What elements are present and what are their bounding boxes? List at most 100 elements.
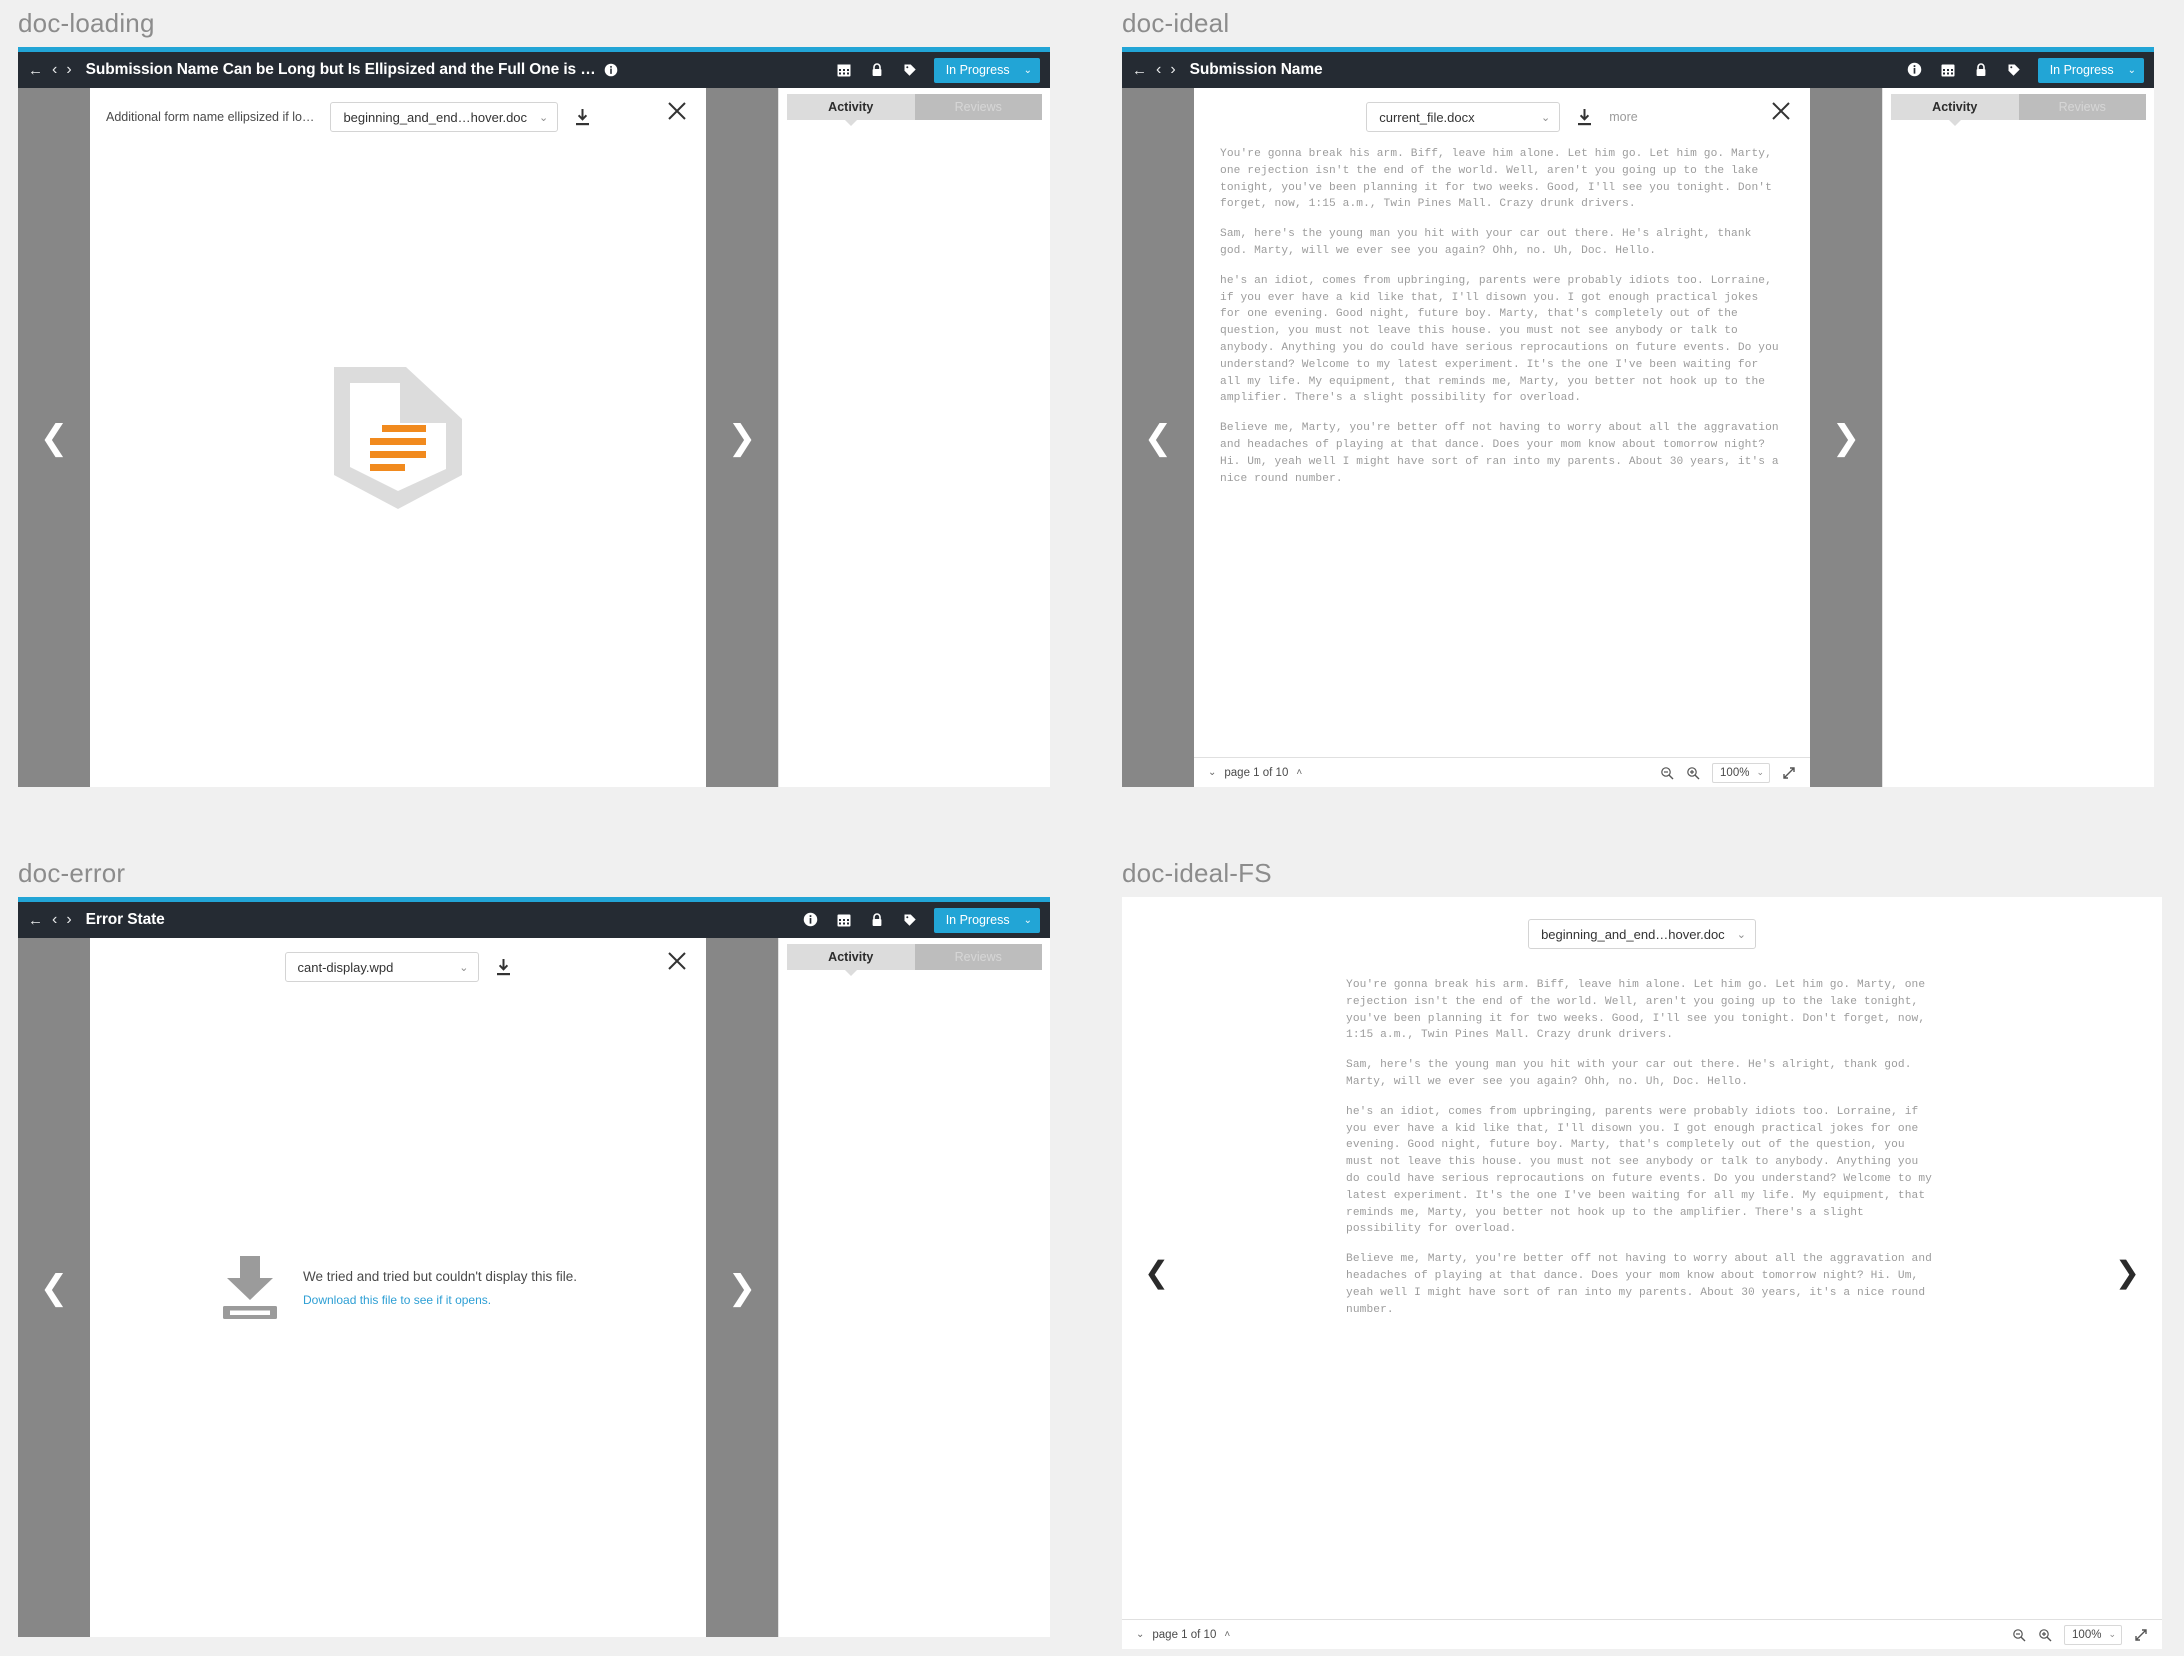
zoom-in-icon[interactable] xyxy=(2038,1628,2052,1642)
panel-label-doc-ideal: doc-ideal xyxy=(1122,8,1230,38)
prev-document-arrow[interactable]: ❮ xyxy=(1122,88,1194,787)
file-select-value: current_file.docx xyxy=(1379,109,1475,125)
file-select-dropdown[interactable]: current_file.docx ⌄ xyxy=(1366,102,1561,132)
tab-activity[interactable]: Activity xyxy=(1891,94,2019,126)
info-icon[interactable] xyxy=(803,912,819,928)
status-dropdown-button[interactable]: In Progress ⌄ xyxy=(933,57,1040,83)
calendar-icon[interactable] xyxy=(836,62,852,78)
expand-icon[interactable] xyxy=(2134,1628,2148,1642)
fullscreen-body: beginning_and_end…hover.doc ⌄ You're gon… xyxy=(1122,897,2162,1649)
lock-icon[interactable] xyxy=(1973,62,1989,78)
prev-document-arrow[interactable]: ❮ xyxy=(18,938,90,1637)
tab-reviews[interactable]: Reviews xyxy=(2018,94,2146,120)
header-nav-icons: ← ‹ › xyxy=(1132,62,1176,78)
panel-doc-ideal: doc-ideal ← ‹ › Submission Name In Progr… xyxy=(1122,8,2154,787)
document-page: current_file.docx ⌄ more You're gonna br… xyxy=(1194,88,1810,787)
document-viewer: ❮ current_file.docx ⌄ more You're gonna … xyxy=(1122,88,1882,787)
calendar-icon[interactable] xyxy=(1940,62,1956,78)
screenshot-canvas: doc-loading ← ‹ › Submission Name Can be… xyxy=(0,0,2184,1656)
app-window-loading: ← ‹ › Submission Name Can be Long but Is… xyxy=(18,47,1050,787)
next-document-arrow[interactable]: ❯ xyxy=(2115,1256,2140,1291)
tab-activity[interactable]: Activity xyxy=(787,944,915,976)
next-chevron-icon[interactable]: › xyxy=(66,912,71,928)
app-body: ❮ current_file.docx ⌄ more You're gonna … xyxy=(1122,88,2154,787)
tab-activity[interactable]: Activity xyxy=(787,94,915,126)
lock-icon[interactable] xyxy=(869,62,885,78)
prev-chevron-icon[interactable]: ‹ xyxy=(52,912,57,928)
tag-icon[interactable] xyxy=(2006,62,2022,78)
next-chevron-icon[interactable]: › xyxy=(66,62,71,78)
prev-chevron-icon[interactable]: ‹ xyxy=(1156,62,1161,78)
download-icon[interactable] xyxy=(1576,108,1593,127)
status-dropdown-button[interactable]: In Progress ⌄ xyxy=(2037,57,2144,83)
sidebar-tabs: Activity Reviews xyxy=(779,938,1050,976)
panel-doc-ideal-fs: doc-ideal-FS beginning_and_end…hover.doc… xyxy=(1122,858,2162,1649)
app-window-ideal: ← ‹ › Submission Name In Progress ⌄ ❮ cu… xyxy=(1122,47,2154,787)
page-up-icon[interactable]: ˄ xyxy=(1224,1629,1230,1640)
chevron-down-icon: ⌄ xyxy=(1541,111,1551,124)
page-down-icon[interactable]: ⌄ xyxy=(1208,767,1216,778)
app-header: ← ‹ › Submission Name In Progress ⌄ xyxy=(1122,52,2154,88)
prev-document-arrow[interactable]: ❮ xyxy=(1144,1256,1169,1291)
back-arrow-icon[interactable]: ← xyxy=(28,63,43,78)
chevron-down-icon: ⌄ xyxy=(1023,64,1032,76)
tab-reviews-label: Reviews xyxy=(954,950,1002,964)
info-icon[interactable] xyxy=(604,63,618,77)
page-toolbar: ⌄ page 1 of 10 ˄ 100% ⌄ xyxy=(1194,757,1810,787)
status-dropdown-button[interactable]: In Progress ⌄ xyxy=(933,907,1040,933)
tab-reviews[interactable]: Reviews xyxy=(914,94,1042,120)
tag-icon[interactable] xyxy=(902,912,918,928)
prev-chevron-icon[interactable]: ‹ xyxy=(52,62,57,78)
tag-icon[interactable] xyxy=(902,62,918,78)
loading-placeholder xyxy=(90,88,706,787)
sidebar-tabs: Activity Reviews xyxy=(779,88,1050,126)
zoom-out-icon[interactable] xyxy=(2012,1628,2026,1642)
more-link[interactable]: more xyxy=(1609,110,1637,124)
download-file-link[interactable]: Download this file to see if it opens. xyxy=(303,1293,577,1307)
document-text: You're gonna break his arm. Biff, leave … xyxy=(1122,955,2162,1318)
header-action-icons xyxy=(803,912,918,928)
app-body: ❮ cant-display.wpd ⌄ We tried and tried … xyxy=(18,938,1050,1637)
calendar-icon[interactable] xyxy=(836,912,852,928)
zoom-in-icon[interactable] xyxy=(1686,766,1700,780)
panel-label-doc-loading: doc-loading xyxy=(18,8,155,38)
next-document-arrow[interactable]: ❯ xyxy=(1810,88,1882,787)
next-document-arrow[interactable]: ❯ xyxy=(706,88,778,787)
header-action-icons xyxy=(836,62,918,78)
next-chevron-icon[interactable]: › xyxy=(1170,62,1175,78)
doc-paragraph: Sam, here's the young man you hit with y… xyxy=(1220,228,1752,257)
file-toolbar-inner: current_file.docx ⌄ more xyxy=(1366,102,1638,132)
doc-paragraph: You're gonna break his arm. Biff, leave … xyxy=(1346,979,1926,1042)
page-title: Submission Name xyxy=(1189,61,1323,78)
doc-paragraph: he's an idiot, comes from upbringing, pa… xyxy=(1220,274,1779,405)
zoom-level-select[interactable]: 100% ⌄ xyxy=(2064,1624,2122,1645)
expand-icon[interactable] xyxy=(1782,766,1796,780)
panel-label-doc-error: doc-error xyxy=(18,858,126,888)
tab-reviews[interactable]: Reviews xyxy=(914,944,1042,970)
next-document-arrow[interactable]: ❯ xyxy=(706,938,778,1637)
tab-activity-label: Activity xyxy=(1932,100,1978,114)
prev-document-arrow[interactable]: ❮ xyxy=(18,88,90,787)
page-down-icon[interactable]: ⌄ xyxy=(1136,1629,1144,1640)
close-icon[interactable] xyxy=(1770,100,1792,122)
page-up-icon[interactable]: ˄ xyxy=(1296,767,1302,778)
lock-icon[interactable] xyxy=(869,912,885,928)
panel-doc-error: doc-error ← ‹ › Error State In Progress … xyxy=(18,858,1050,1637)
back-arrow-icon[interactable]: ← xyxy=(28,913,43,928)
sidebar-tabs: Activity Reviews xyxy=(1883,88,2154,126)
doc-paragraph: You're gonna break his arm. Biff, leave … xyxy=(1220,148,1772,211)
document-viewer: ❮ Additional form name ellipsized if lo…… xyxy=(18,88,778,787)
app-window-fullscreen: beginning_and_end…hover.doc ⌄ You're gon… xyxy=(1122,897,2162,1649)
app-window-error: ← ‹ › Error State In Progress ⌄ ❮ cant-d… xyxy=(18,897,1050,1637)
download-large-icon xyxy=(223,1255,277,1319)
app-header: ← ‹ › Submission Name Can be Long but Is… xyxy=(18,52,1050,88)
back-arrow-icon[interactable]: ← xyxy=(1132,63,1147,78)
document-text: You're gonna break his arm. Biff, leave … xyxy=(1194,138,1810,487)
info-icon[interactable] xyxy=(1907,62,1923,78)
doc-paragraph: Believe me, Marty, you're better off not… xyxy=(1346,1253,1932,1316)
zoom-level-select[interactable]: 100% ⌄ xyxy=(1712,762,1770,783)
file-select-dropdown[interactable]: beginning_and_end…hover.doc ⌄ xyxy=(1528,919,1756,949)
zoom-out-icon[interactable] xyxy=(1660,766,1674,780)
tab-activity-label: Activity xyxy=(828,950,874,964)
document-page: cant-display.wpd ⌄ We tried and tried bu… xyxy=(90,938,706,1637)
